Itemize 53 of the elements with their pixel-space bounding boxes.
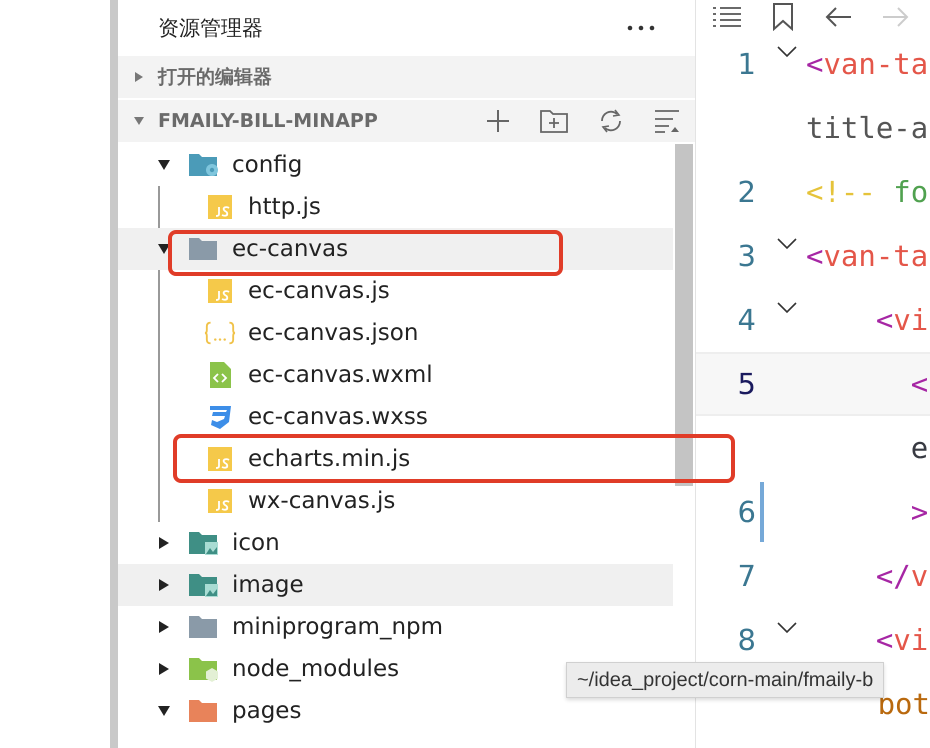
explorer-title: 资源管理器 (158, 15, 263, 42)
tree-item[interactable]: ec-canvas (118, 228, 673, 270)
bookmark-icon[interactable] (772, 3, 794, 31)
caret-icon (134, 71, 144, 83)
code-line: > (910, 495, 928, 529)
new-file-icon[interactable] (485, 108, 511, 134)
fold-icon[interactable] (777, 302, 797, 314)
caret-icon (133, 116, 145, 126)
code-line: title-a (806, 111, 928, 145)
fold-icon[interactable] (777, 622, 797, 634)
scrollbar[interactable] (675, 144, 693, 486)
tree-item[interactable]: ec-canvas.json (118, 312, 673, 354)
tree-item[interactable]: echarts.min.js (118, 438, 673, 480)
fold-icon[interactable] (777, 46, 797, 58)
code-line: <vi (874, 623, 928, 657)
section-header[interactable]: FMAILY-BILL-MINAPP (118, 100, 695, 142)
new-folder-icon[interactable] (539, 108, 569, 134)
section-header[interactable]: 打开的编辑器 (118, 56, 695, 98)
tree-item[interactable]: image (118, 564, 673, 606)
code-line: < (910, 367, 928, 401)
line-number: 2 (738, 175, 756, 209)
folder-image-icon (188, 572, 220, 598)
code-line: <vi (874, 303, 928, 337)
tree-item[interactable]: wx-canvas.js (118, 480, 673, 522)
folder-icon (188, 614, 220, 640)
tree-item[interactable]: ec-canvas.wxss (118, 396, 673, 438)
tree-item[interactable]: config (118, 144, 673, 186)
tree-item[interactable]: ec-canvas.wxml (118, 354, 673, 396)
code-line: <van-ta (806, 239, 928, 273)
line-number: 4 (738, 303, 756, 337)
line-number: 1 (738, 47, 756, 81)
code-line: </v (874, 559, 928, 593)
collapse-all-icon[interactable] (653, 108, 681, 134)
line-number: 7 (738, 559, 756, 593)
line-number: 6 (738, 495, 756, 529)
code-line: <!-- fo (806, 175, 928, 209)
back-icon[interactable] (824, 6, 852, 28)
line-number: 5 (738, 367, 756, 401)
braces-icon (204, 320, 236, 346)
code-line: e (910, 431, 928, 465)
folder-icon (188, 698, 220, 724)
tree-item[interactable]: icon (118, 522, 673, 564)
fold-icon[interactable] (777, 238, 797, 250)
line-number: 3 (738, 239, 756, 273)
tree-item[interactable]: miniprogram_npm (118, 606, 673, 648)
more-icon[interactable] (627, 25, 655, 31)
folder-icon (188, 236, 220, 262)
path-tooltip: ~/idea_project/corn-main/fmaily-b (566, 662, 884, 698)
line-number: 8 (738, 623, 756, 657)
folder-image-icon (188, 530, 220, 556)
tree-item[interactable]: ec-canvas.js (118, 270, 673, 312)
code-line: <van-ta (806, 47, 928, 81)
outline-icon[interactable] (712, 6, 742, 28)
